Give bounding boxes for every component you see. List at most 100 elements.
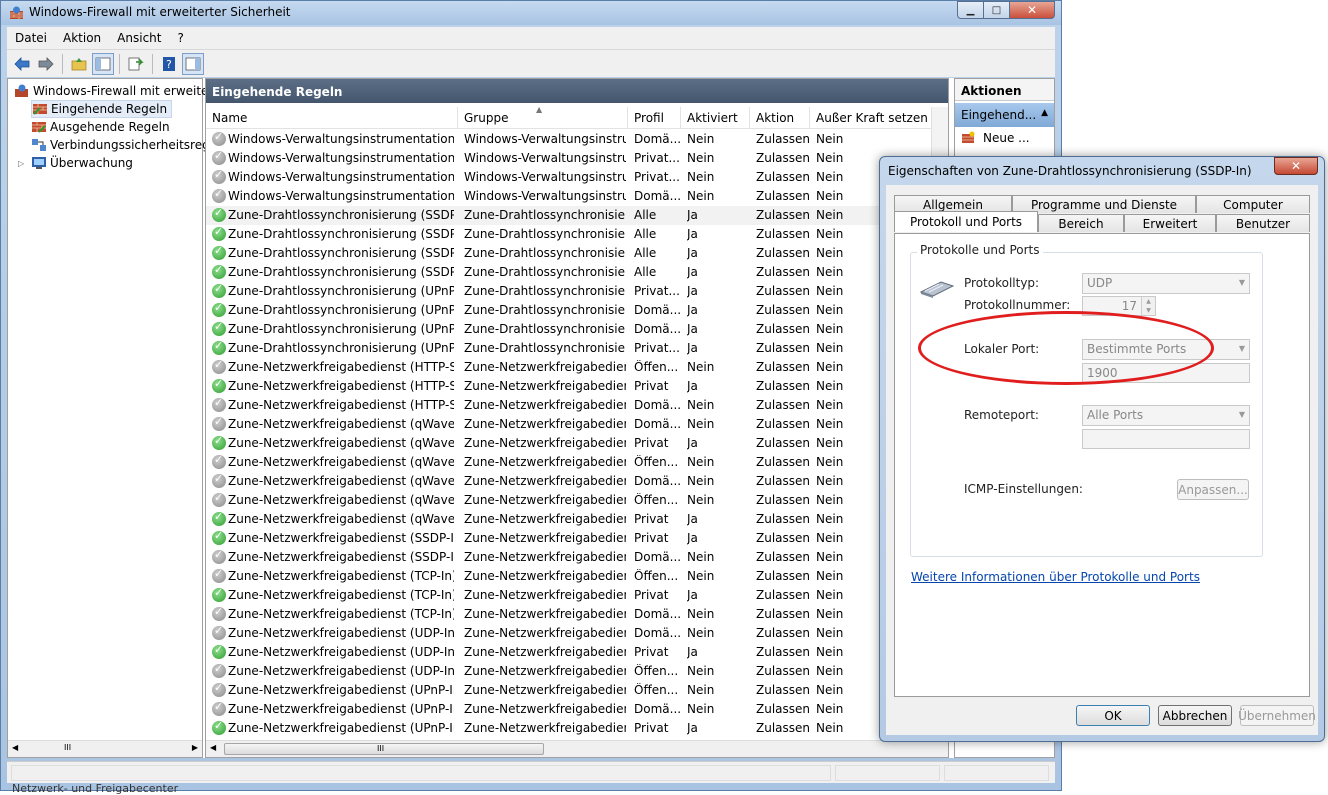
column-profile[interactable]: Profil — [628, 107, 681, 129]
menu-ansicht[interactable]: Ansicht — [109, 31, 169, 45]
table-row[interactable]: Zune-Netzwerkfreigabedienst (SSDP-In) Zun… — [206, 529, 933, 548]
table-row[interactable]: Windows-Verwaltungsinstrumentation (... W… — [206, 168, 933, 187]
local-port-select[interactable]: Bestimmte Ports — [1082, 339, 1250, 360]
customize-button[interactable]: Anpassen... — [1177, 479, 1249, 500]
table-row[interactable]: Zune-Netzwerkfreigabedienst (UDP-In) Zune… — [206, 643, 933, 662]
spin-down-icon[interactable]: ▼ — [1146, 307, 1151, 314]
cell-profile: Domä... — [634, 417, 682, 431]
table-row[interactable]: Zune-Netzwerkfreigabedienst (qWave-T... Z… — [206, 453, 933, 472]
help-button[interactable]: ? — [158, 53, 180, 75]
column-group[interactable]: Gruppe — [458, 107, 628, 129]
minimize-button[interactable]: ▁ — [957, 1, 983, 19]
tab-protokoll-und-ports[interactable]: Protokoll und Ports — [894, 211, 1038, 232]
table-row[interactable]: Zune-Netzwerkfreigabedienst (qWave-U... Z… — [206, 491, 933, 510]
tab-bereich[interactable]: Bereich — [1038, 214, 1124, 232]
table-row[interactable]: Windows-Verwaltungsinstrumentation (... W… — [206, 187, 933, 206]
expand-arrow-icon[interactable]: ▷ — [18, 159, 31, 168]
table-row[interactable]: Zune-Netzwerkfreigabedienst (HTTP-Str...… — [206, 377, 933, 396]
column-name[interactable]: Name — [206, 107, 458, 129]
tree-item-connection-security[interactable]: Verbindungssicherheitsrege — [31, 136, 217, 154]
more-info-link[interactable]: Weitere Informationen über Protokolle un… — [911, 570, 1200, 584]
table-row[interactable]: Zune-Drahtlossynchronisierung (SSDP-In) Z… — [206, 225, 933, 244]
tree-item-outbound[interactable]: Ausgehende Regeln — [31, 118, 170, 136]
protocol-number-field[interactable]: 17 ▲ ▼ — [1082, 296, 1156, 316]
apply-button[interactable]: Übernehmen — [1238, 705, 1316, 726]
table-row[interactable]: Zune-Netzwerkfreigabedienst (UPnP-In) Zun… — [206, 700, 933, 719]
tab-programme-und-dienste[interactable]: Programme und Dienste — [1012, 195, 1196, 213]
up-folder-button[interactable] — [68, 53, 90, 75]
column-enabled[interactable]: Aktiviert — [681, 107, 750, 129]
cell-action: Zulassen — [756, 265, 811, 279]
cancel-button[interactable]: Abbrechen — [1158, 705, 1232, 726]
table-row[interactable]: Zune-Drahtlossynchronisierung (SSDP-In) Z… — [206, 244, 933, 263]
forward-button[interactable] — [35, 53, 57, 75]
table-row[interactable]: Zune-Netzwerkfreigabedienst (UPnP-In) Zun… — [206, 719, 933, 738]
table-row[interactable]: Zune-Netzwerkfreigabedienst (qWave-U... Z… — [206, 510, 933, 529]
table-row[interactable]: Zune-Netzwerkfreigabedienst (qWave-T... Z… — [206, 415, 933, 434]
table-row[interactable]: Zune-Netzwerkfreigabedienst (UDP-In) Zune… — [206, 662, 933, 681]
rule-enabled-icon — [212, 586, 226, 602]
local-port-field[interactable]: 1900 — [1082, 363, 1250, 383]
actions-section-inbound[interactable]: Eingehend... ▲ — [955, 103, 1054, 127]
tab-computer[interactable]: Computer — [1196, 195, 1310, 213]
collapse-up-icon[interactable]: ▲ — [1041, 108, 1048, 118]
maximize-button[interactable]: □ — [983, 1, 1009, 19]
spin-buttons[interactable]: ▲ ▼ — [1141, 297, 1155, 315]
tab-benutzer[interactable]: Benutzer — [1216, 214, 1310, 232]
table-row[interactable]: Zune-Netzwerkfreigabedienst (TCP-In) Zune… — [206, 586, 933, 605]
scroll-thumb[interactable]: III — [224, 743, 544, 755]
table-row[interactable]: Zune-Drahtlossynchronisierung (UPnP-In) Z… — [206, 320, 933, 339]
tab-erweitert[interactable]: Erweitert — [1124, 214, 1216, 232]
action-new-rule[interactable]: Neue ... — [961, 131, 1030, 145]
ok-button[interactable]: OK — [1076, 705, 1150, 726]
spin-up-icon[interactable]: ▲ — [1146, 298, 1151, 305]
menu-aktion[interactable]: Aktion — [55, 31, 109, 45]
scroll-grip[interactable]: III — [64, 743, 71, 752]
table-row[interactable]: Zune-Drahtlossynchronisierung (SSDP-In) Z… — [206, 263, 933, 282]
tree-root[interactable]: Windows-Firewall mit erweitert — [14, 82, 218, 100]
remote-port-select[interactable]: Alle Ports — [1082, 405, 1250, 426]
horizontal-scrollbar[interactable]: ◀ III — [206, 740, 948, 757]
tree-horizontal-scrollbar[interactable]: ◀ III ▶ — [8, 740, 202, 757]
table-row[interactable]: Zune-Drahtlossynchronisierung (UPnP-In) Z… — [206, 339, 933, 358]
show-action-pane-button[interactable] — [182, 52, 204, 75]
table-row[interactable]: Zune-Drahtlossynchronisierung (UPnP-In) Z… — [206, 282, 933, 301]
scroll-left-icon[interactable]: ◀ — [12, 743, 18, 752]
cell-group: Zune-Netzwerkfreigabedienst — [464, 664, 626, 678]
column-override[interactable]: Außer Kraft setzen — [810, 107, 933, 129]
table-row[interactable]: Zune-Drahtlossynchronisierung (UPnP-In) Z… — [206, 301, 933, 320]
table-row[interactable]: Zune-Netzwerkfreigabedienst (HTTP-Str...… — [206, 358, 933, 377]
cell-enabled: Ja — [687, 265, 698, 279]
rule-enabled-icon — [212, 643, 226, 659]
menu-help[interactable]: ? — [169, 31, 191, 45]
column-action[interactable]: Aktion — [750, 107, 810, 129]
table-row[interactable]: Windows-Verwaltungsinstrumentation (... W… — [206, 130, 933, 149]
back-button[interactable] — [11, 53, 33, 75]
title-bar[interactable]: Windows-Firewall mit erweiterter Sicherh… — [1, 1, 1061, 25]
taskbar-label[interactable]: Netzwerk- und Freigabecenter — [12, 782, 178, 795]
table-row[interactable]: Zune-Netzwerkfreigabedienst (UDP-In) Zune… — [206, 624, 933, 643]
export-list-button[interactable] — [125, 53, 147, 75]
cell-name: Zune-Drahtlossynchronisierung (SSDP-In) — [228, 227, 454, 241]
table-row[interactable]: Zune-Netzwerkfreigabedienst (HTTP-Str...… — [206, 396, 933, 415]
table-row[interactable]: Zune-Netzwerkfreigabedienst (TCP-In) Zune… — [206, 605, 933, 624]
show-tree-button[interactable] — [92, 52, 114, 75]
cell-enabled: Nein — [687, 189, 715, 203]
table-row[interactable]: Windows-Verwaltungsinstrumentation (... W… — [206, 149, 933, 168]
protocol-type-select[interactable]: UDP — [1082, 273, 1250, 294]
menu-datei[interactable]: Datei — [7, 31, 55, 45]
scroll-right-icon[interactable]: ▶ — [192, 743, 198, 752]
scroll-left-icon[interactable]: ◀ — [210, 743, 216, 752]
close-button[interactable]: ✕ — [1009, 1, 1055, 19]
remote-port-field[interactable] — [1082, 429, 1250, 449]
table-row[interactable]: Zune-Netzwerkfreigabedienst (SSDP-In) Zun… — [206, 548, 933, 567]
table-row[interactable]: Zune-Netzwerkfreigabedienst (qWave-T... Z… — [206, 434, 933, 453]
cell-group: Zune-Netzwerkfreigabedienst — [464, 436, 626, 450]
table-row[interactable]: Zune-Netzwerkfreigabedienst (UPnP-In) Zun… — [206, 681, 933, 700]
table-row[interactable]: Zune-Netzwerkfreigabedienst (qWave-U... Z… — [206, 472, 933, 491]
tree-item-monitoring[interactable]: ▷ Überwachung — [18, 154, 133, 172]
table-row[interactable]: Zune-Drahtlossynchronisierung (SSDP-In) Z… — [206, 206, 933, 225]
table-row[interactable]: Zune-Netzwerkfreigabedienst (TCP-In) Zune… — [206, 567, 933, 586]
tree-item-inbound[interactable]: Eingehende Regeln — [31, 100, 173, 118]
dialog-close-button[interactable]: ✕ — [1274, 157, 1318, 175]
